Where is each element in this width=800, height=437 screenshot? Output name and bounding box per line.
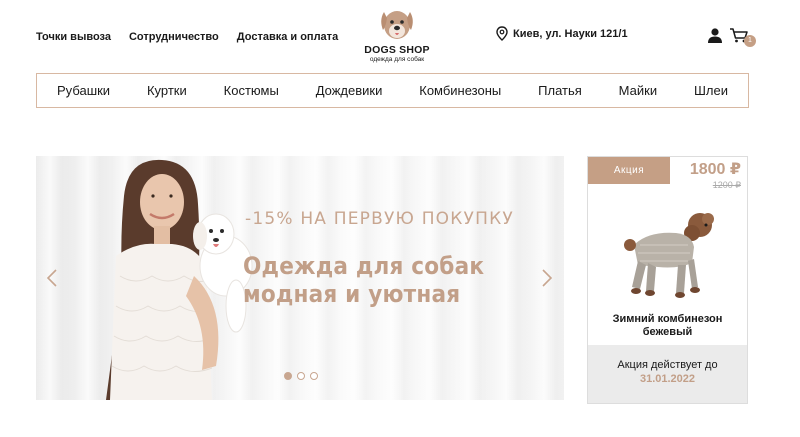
category-harnesses[interactable]: Шлеи <box>694 83 728 98</box>
nav-cooperation-link[interactable]: Сотрудничество <box>129 31 219 43</box>
promo-validity-label: Акция действует до <box>617 359 718 371</box>
address-text: Киев, ул. Науки 121/1 <box>513 27 628 40</box>
promo-title: Одежда для собак модная и уютная <box>243 252 485 308</box>
banner-next-button[interactable] <box>541 268 553 293</box>
promo-validity: Акция действует до 31.01.2022 <box>588 345 747 403</box>
slider-dot-2[interactable] <box>297 372 305 380</box>
dog-logo-icon <box>381 11 413 39</box>
nav-delivery-link[interactable]: Доставка и оплата <box>237 31 338 43</box>
product-image <box>624 213 714 298</box>
category-raincoats[interactable]: Дождевики <box>316 83 383 98</box>
user-account-button[interactable] <box>707 27 723 48</box>
category-overalls[interactable]: Комбинезоны <box>419 83 501 98</box>
chevron-left-icon <box>46 269 57 287</box>
logo-name: DOGS SHOP <box>364 44 430 56</box>
category-dresses[interactable]: Платья <box>538 83 582 98</box>
category-jackets[interactable]: Куртки <box>147 83 187 98</box>
logo[interactable]: DOGS SHOP одежда для собак <box>362 4 432 68</box>
location-pin-icon <box>496 26 508 41</box>
category-tank-tops[interactable]: Майки <box>619 83 657 98</box>
logo-tagline: одежда для собак <box>369 56 425 63</box>
user-icon <box>708 28 722 43</box>
category-bar: Рубашки Куртки Костюмы Дождевики Комбине… <box>36 73 749 108</box>
category-suits[interactable]: Костюмы <box>224 83 279 98</box>
nav-pickup-points-link[interactable]: Точки вывоза <box>36 31 111 43</box>
banner-prev-button[interactable] <box>46 268 58 293</box>
product-old-price: 1200 ₽ <box>712 180 741 190</box>
top-nav: Точки вывоза Сотрудничество Доставка и о… <box>36 31 338 43</box>
cart-count-badge: 1 <box>744 35 756 47</box>
category-shirts[interactable]: Рубашки <box>57 83 110 98</box>
slider-dot-3[interactable] <box>310 372 318 380</box>
store-address[interactable]: Киев, ул. Науки 121/1 <box>496 26 628 41</box>
slider-dots <box>284 372 318 380</box>
promo-subtitle: -15% НА ПЕРВУЮ ПОКУПКУ <box>245 209 514 229</box>
slider-dot-1[interactable] <box>284 372 292 380</box>
sale-badge: Акция <box>588 157 670 184</box>
hero-banner: -15% НА ПЕРВУЮ ПОКУПКУ Одежда для собак … <box>36 156 564 400</box>
promo-validity-date: 31.01.2022 <box>639 373 696 385</box>
promo-product-card[interactable]: Акция 1800 ₽ 1200 ₽ Зимний комбинезон бе… <box>587 156 748 404</box>
woman-with-dog-photo <box>106 159 253 400</box>
product-name: Зимний комбинезон бежевый <box>612 313 723 338</box>
chevron-right-icon <box>542 269 553 287</box>
product-price: 1800 ₽ <box>689 161 741 178</box>
